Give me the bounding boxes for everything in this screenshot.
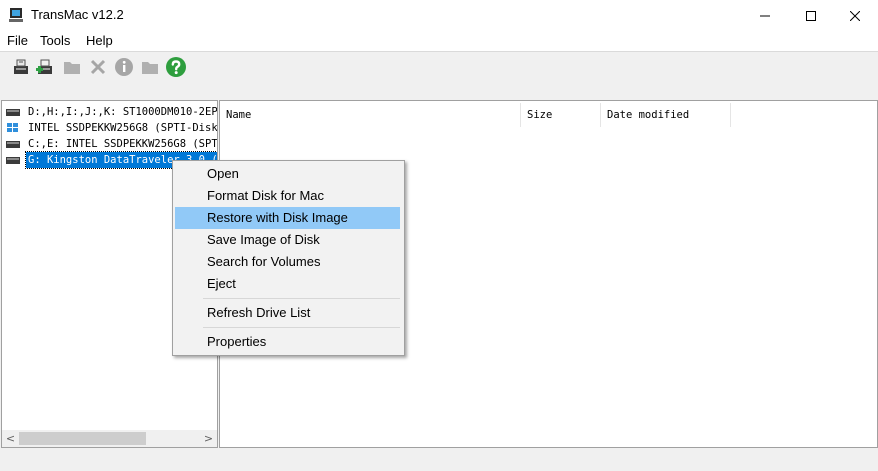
delete-button[interactable] [87,56,109,78]
usb-drive-icon [6,157,20,164]
drive-label: D:,H:,I:,J:,K: ST1000DM010-2EP102 [28,106,218,118]
status-bar [0,449,878,471]
drive-item[interactable]: C:,E: INTEL SSDPEKKW256G8 (SPTI-Disk) [6,136,218,152]
toolbar [0,52,878,100]
hard-drive-icon [6,109,20,116]
horizontal-scrollbar[interactable]: < > [2,430,217,447]
context-menu: Open Format Disk for Mac Restore with Di… [172,160,405,356]
menu-separator [203,298,400,299]
menu-tools[interactable]: Tools [40,33,70,48]
format-disk-button[interactable] [34,56,56,78]
menu-item-properties[interactable]: Properties [175,331,400,353]
format-disk-icon [36,59,52,74]
folder2-button[interactable] [139,56,161,78]
scroll-thumb[interactable] [19,432,146,445]
column-header-date[interactable]: Date modified [601,103,731,127]
drive-item[interactable]: INTEL SSDPEKKW256G8 (SPTI-Disk) [6,120,218,136]
column-header-size[interactable]: Size [521,103,601,127]
menu-item-restore-disk-image[interactable]: Restore with Disk Image [175,207,400,229]
drive-item[interactable]: D:,H:,I:,J:,K: ST1000DM010-2EP102 [6,104,218,120]
column-header-name[interactable]: Name [220,103,521,127]
menu-item-refresh[interactable]: Refresh Drive List [175,302,400,324]
drive-label: C:,E: INTEL SSDPEKKW256G8 (SPTI-Disk) [28,138,218,150]
info-button[interactable] [113,56,135,78]
scroll-right-icon[interactable]: > [200,430,217,447]
window-title: TransMac v12.2 [31,7,124,22]
open-disk-icon [14,59,28,74]
title-bar: TransMac v12.2 [0,0,878,31]
drive-label: INTEL SSDPEKKW256G8 (SPTI-Disk) [28,122,218,134]
close-icon [850,10,860,21]
hard-drive-icon [6,141,20,148]
computer-icon [9,8,23,22]
help-button[interactable] [165,56,187,78]
folder2-icon [142,62,158,74]
menu-help[interactable]: Help [86,33,113,48]
maximize-button[interactable] [788,0,834,31]
folder-icon [64,62,80,74]
delete-icon [90,59,106,75]
folder-button[interactable] [61,56,83,78]
help-icon [166,57,186,77]
windows-icon [7,123,18,132]
menu-item-eject[interactable]: Eject [175,273,400,295]
menu-item-search-volumes[interactable]: Search for Volumes [175,251,400,273]
menu-bar: File Tools Help [0,31,878,51]
menu-file[interactable]: File [7,33,28,48]
open-disk-button[interactable] [10,56,32,78]
maximize-icon [806,10,816,21]
close-button[interactable] [832,0,878,31]
minimize-icon [760,15,770,16]
menu-item-save-image[interactable]: Save Image of Disk [175,229,400,251]
scroll-left-icon[interactable]: < [2,430,19,447]
menu-item-open[interactable]: Open [175,163,400,185]
menu-separator [203,327,400,328]
menu-item-format-disk[interactable]: Format Disk for Mac [175,185,400,207]
minimize-button[interactable] [742,0,788,31]
info-icon [115,58,133,76]
